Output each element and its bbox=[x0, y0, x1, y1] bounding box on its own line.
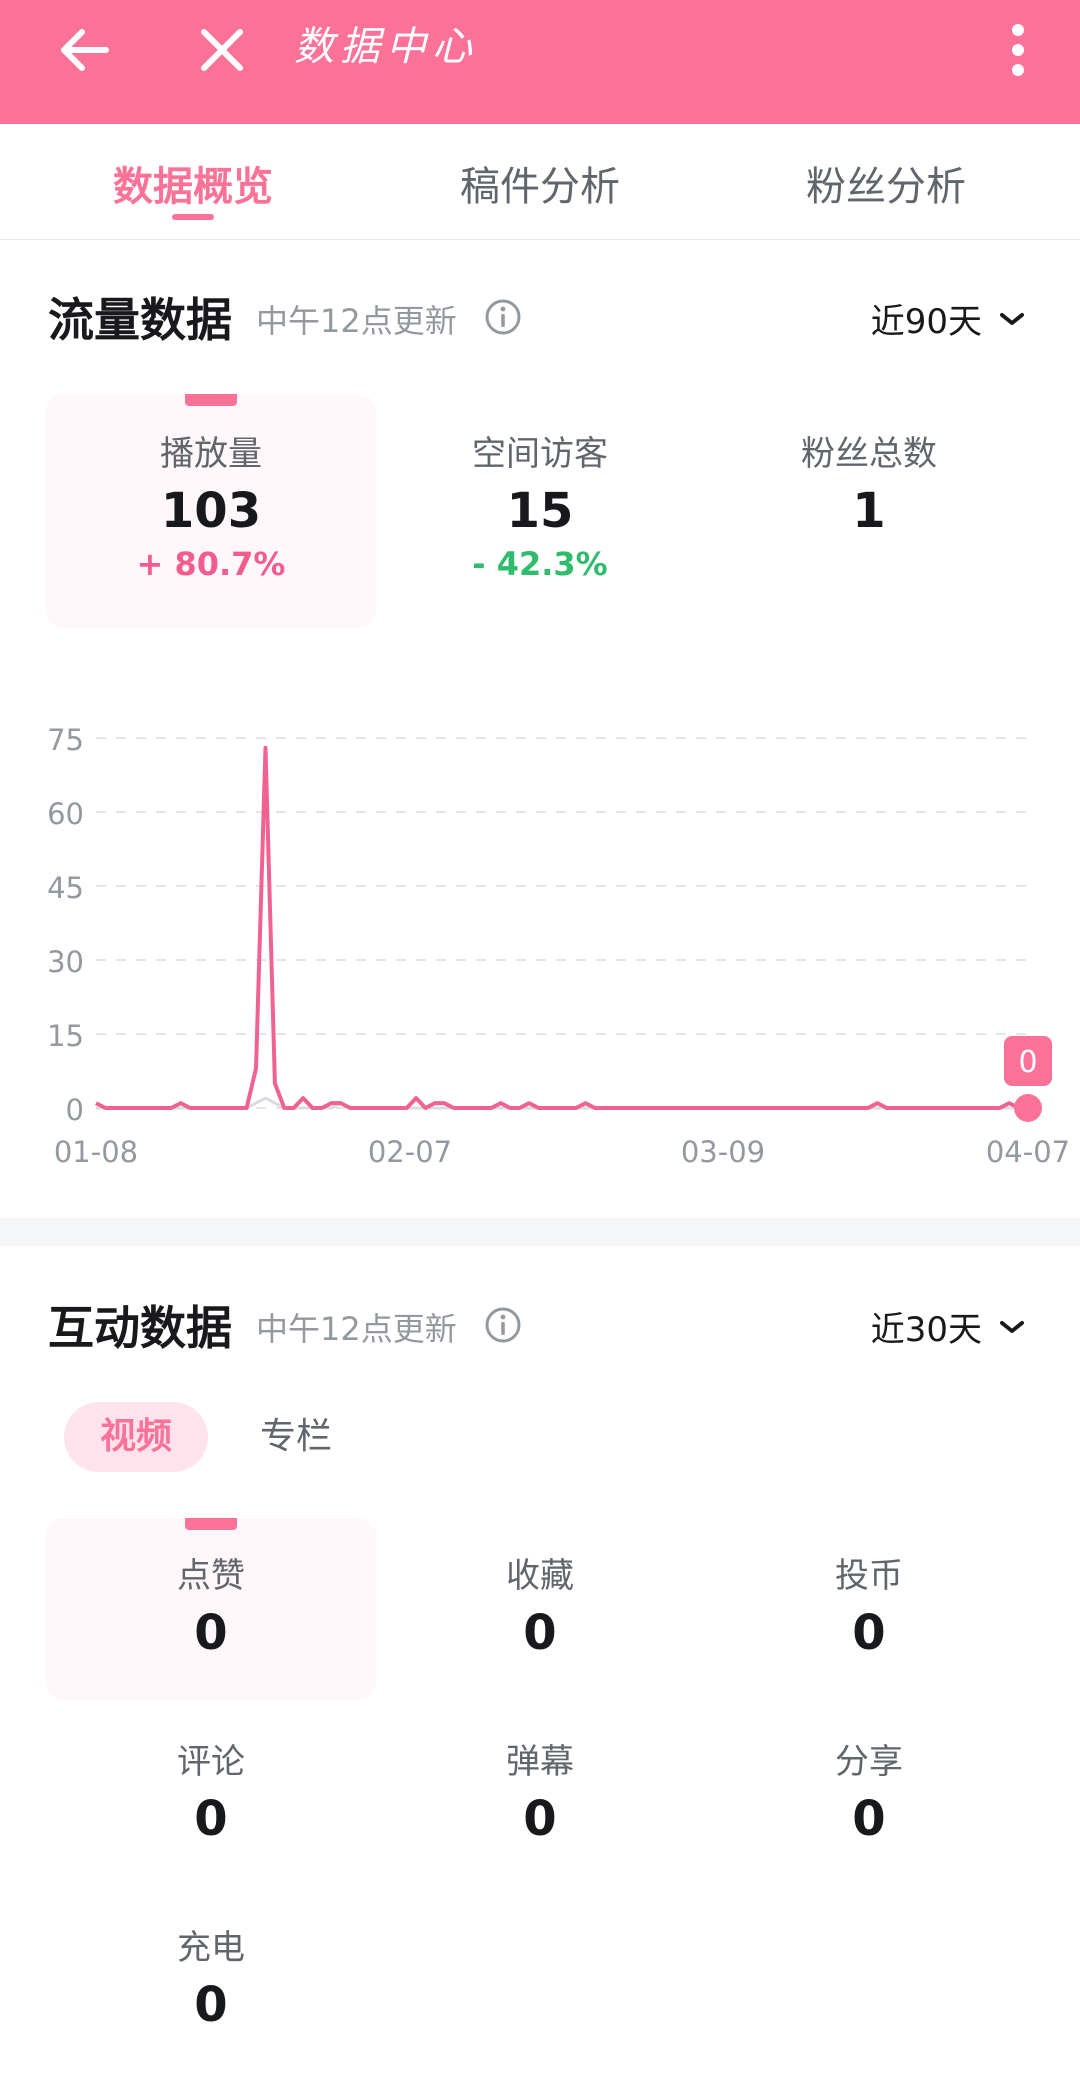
metric-label: 收藏 bbox=[506, 1556, 574, 1596]
close-button[interactable] bbox=[182, 10, 262, 90]
metric-favorites[interactable]: 收藏 0 bbox=[375, 1548, 705, 1661]
chevron-down-icon bbox=[1000, 312, 1024, 325]
metric-value: 0 bbox=[852, 1605, 886, 1661]
x-tick-label: 04-07 bbox=[986, 1135, 1070, 1169]
subtab-column[interactable]: 专栏 bbox=[260, 1402, 332, 1472]
tab-overview[interactable]: 数据概览 bbox=[63, 154, 323, 212]
y-tick-label: 45 bbox=[47, 871, 84, 905]
traffic-range-selector[interactable]: 近90天 bbox=[871, 294, 1024, 343]
end-point-marker bbox=[1014, 1094, 1042, 1122]
metric-label: 充电 bbox=[177, 1928, 245, 1968]
info-icon[interactable] bbox=[484, 298, 522, 336]
chevron-down-icon bbox=[1000, 1320, 1024, 1333]
metric-plays[interactable]: 播放量 103 + 80.7% bbox=[46, 426, 376, 583]
metric-label: 粉丝总数 bbox=[801, 434, 937, 474]
y-tick-label: 60 bbox=[47, 797, 84, 831]
subtab-video[interactable]: 视频 bbox=[64, 1402, 208, 1472]
y-tick-label: 30 bbox=[47, 945, 84, 979]
selected-metric-flag bbox=[185, 394, 237, 406]
metric-visitors[interactable]: 空间访客 15 - 42.3% bbox=[375, 426, 705, 583]
tab-fans-analysis[interactable]: 粉丝分析 bbox=[756, 154, 1016, 212]
metric-value: 15 bbox=[506, 483, 574, 539]
metric-shares[interactable]: 分享 0 bbox=[704, 1734, 1034, 1847]
tab-content-analysis[interactable]: 稿件分析 bbox=[410, 154, 670, 212]
interaction-update-note: 中午12点更新 bbox=[256, 1310, 457, 1348]
metric-value: 103 bbox=[160, 483, 262, 539]
metric-value: 0 bbox=[523, 1791, 557, 1847]
x-tick-label: 01-08 bbox=[54, 1135, 138, 1169]
metric-comments[interactable]: 评论 0 bbox=[46, 1734, 376, 1847]
y-tick-label: 75 bbox=[47, 723, 84, 757]
traffic-update-note: 中午12点更新 bbox=[256, 302, 457, 340]
metric-value: 0 bbox=[194, 1977, 228, 2033]
metric-coins[interactable]: 投币 0 bbox=[704, 1548, 1034, 1661]
page-title: 数据中心 bbox=[294, 24, 478, 70]
interaction-range-selector[interactable]: 近30天 bbox=[871, 1302, 1024, 1351]
metric-label: 点赞 bbox=[177, 1556, 245, 1596]
interaction-section-title: 互动数据 bbox=[48, 1301, 232, 1355]
metric-value: 0 bbox=[523, 1605, 557, 1661]
metric-fans[interactable]: 粉丝总数 1 bbox=[704, 426, 1034, 539]
metric-label: 弹幕 bbox=[506, 1742, 574, 1782]
more-vertical-icon bbox=[1012, 24, 1024, 76]
metric-delta: + 80.7% bbox=[136, 545, 286, 583]
metric-value: 0 bbox=[194, 1791, 228, 1847]
series-line bbox=[95, 745, 1028, 1110]
metric-likes[interactable]: 点赞 0 bbox=[46, 1548, 376, 1661]
selected-metric-flag bbox=[185, 1518, 237, 1530]
metric-value: 0 bbox=[852, 1791, 886, 1847]
y-tick-label: 0 bbox=[66, 1093, 84, 1127]
metric-delta: - 42.3% bbox=[472, 545, 608, 583]
metric-value: 1 bbox=[852, 483, 886, 539]
traffic-range-label: 近90天 bbox=[870, 302, 982, 342]
tab-indicator bbox=[172, 214, 214, 220]
top-tab-bar: 数据概览 稿件分析 粉丝分析 bbox=[0, 124, 1080, 240]
y-tick-label: 15 bbox=[47, 1019, 84, 1053]
more-button[interactable] bbox=[978, 10, 1058, 90]
app-header: 数据中心 bbox=[0, 0, 1080, 124]
metric-charge[interactable]: 充电 0 bbox=[46, 1920, 376, 2033]
x-tick-label: 02-07 bbox=[368, 1135, 452, 1169]
back-button[interactable] bbox=[44, 10, 124, 90]
metric-danmaku[interactable]: 弹幕 0 bbox=[375, 1734, 705, 1847]
metric-label: 评论 bbox=[177, 1742, 245, 1782]
end-label-text: 0 bbox=[1018, 1045, 1037, 1080]
traffic-section-title: 流量数据 bbox=[48, 293, 232, 347]
arrow-left-icon bbox=[61, 29, 109, 71]
info-icon[interactable] bbox=[484, 1306, 522, 1344]
traffic-line-chart: 75 60 45 30 15 0 01-08 02-07 03-09 04-07 0 bbox=[47, 723, 1070, 1169]
x-tick-label: 03-09 bbox=[681, 1135, 765, 1169]
section-divider bbox=[0, 1218, 1080, 1246]
close-icon bbox=[201, 29, 243, 71]
interaction-range-label: 近30天 bbox=[870, 1310, 982, 1350]
metric-label: 分享 bbox=[835, 1742, 903, 1782]
metric-label: 空间访客 bbox=[472, 434, 608, 474]
metric-label: 播放量 bbox=[160, 434, 262, 474]
metric-label: 投币 bbox=[835, 1556, 903, 1596]
metric-value: 0 bbox=[194, 1605, 228, 1661]
